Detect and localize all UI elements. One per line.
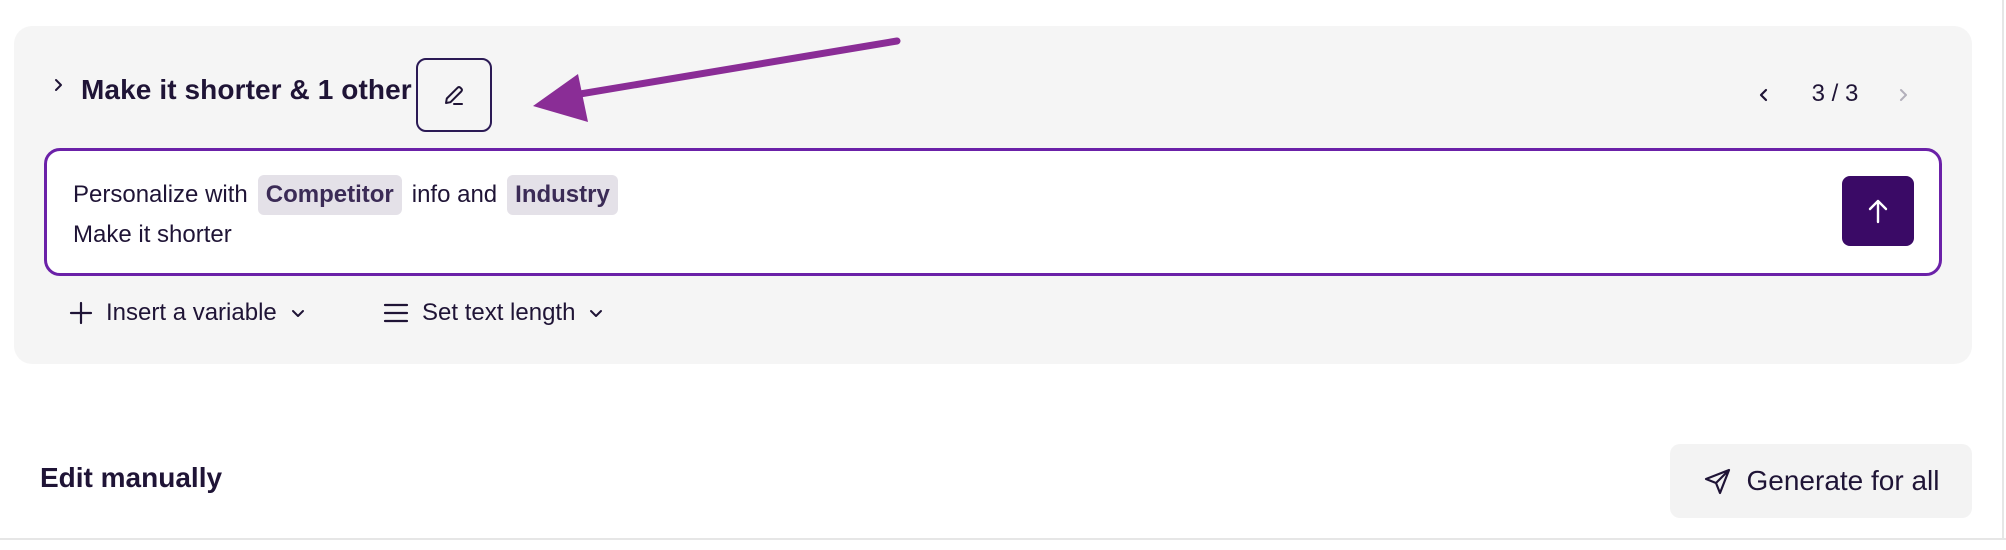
page: Make it shorter & 1 other 3 / 3 Personal… bbox=[0, 0, 2006, 550]
variable-chip-industry[interactable]: Industry bbox=[507, 175, 618, 215]
page-border bbox=[2002, 0, 2004, 540]
generate-for-all-button[interactable]: Generate for all bbox=[1670, 444, 1972, 518]
chevron-right-icon bbox=[1900, 89, 1907, 101]
prompt-text: Personalize with bbox=[73, 181, 248, 208]
pager-next-button[interactable] bbox=[1886, 78, 1922, 112]
set-text-length-label: Set text length bbox=[422, 299, 576, 326]
collapse-toggle[interactable] bbox=[42, 68, 76, 102]
chevron-down-icon bbox=[590, 310, 603, 317]
pager-prev-button[interactable] bbox=[1746, 78, 1782, 112]
pager-label: 3 / 3 bbox=[1811, 80, 1859, 107]
plus-icon bbox=[69, 301, 93, 325]
send-button[interactable] bbox=[1842, 176, 1914, 246]
chevron-left-icon bbox=[1759, 88, 1768, 102]
chevron-down-icon bbox=[291, 310, 304, 317]
arrow-up-icon bbox=[1868, 199, 1888, 224]
edit-manually-button[interactable]: Edit manually bbox=[40, 462, 222, 494]
lines-icon bbox=[383, 303, 409, 323]
prompt-line-1: Personalize with Competitor info and Ind… bbox=[73, 175, 628, 215]
generate-for-all-label: Generate for all bbox=[1746, 465, 1940, 496]
page-border bbox=[0, 538, 2006, 540]
prompt-input[interactable]: Personalize with Competitor info and Ind… bbox=[44, 148, 1942, 276]
prompt-title: Make it shorter & 1 other bbox=[81, 74, 412, 105]
pencil-icon bbox=[445, 86, 463, 105]
chevron-right-icon bbox=[55, 79, 62, 91]
set-text-length-button[interactable]: Set text length bbox=[382, 294, 605, 332]
send-icon bbox=[1704, 468, 1730, 495]
insert-variable-button[interactable]: Insert a variable bbox=[68, 294, 307, 332]
prompt-line-2: Make it shorter bbox=[73, 221, 232, 248]
prompt-text: info and bbox=[411, 181, 498, 208]
variable-chip-competitor[interactable]: Competitor bbox=[257, 175, 402, 215]
edit-prompt-button[interactable] bbox=[416, 58, 492, 132]
insert-variable-label: Insert a variable bbox=[106, 299, 277, 326]
